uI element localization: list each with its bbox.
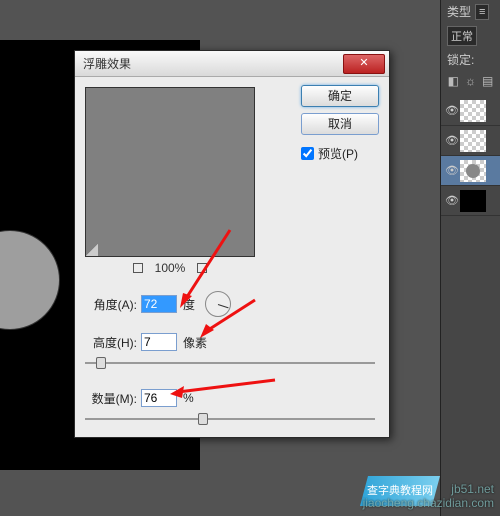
- kind-label: 类型: [447, 3, 471, 20]
- amount-input[interactable]: [141, 389, 177, 407]
- height-group: 高度(H): 像素: [85, 331, 379, 371]
- visibility-icon[interactable]: 👁: [445, 134, 457, 147]
- panel-blend-row: 正常: [441, 23, 500, 49]
- amount-group: 数量(M): %: [85, 387, 379, 427]
- height-unit: 像素: [183, 334, 207, 351]
- amount-slider[interactable]: [85, 411, 375, 427]
- zoom-out-button[interactable]: [133, 263, 143, 273]
- canvas-circle-shape: [0, 230, 60, 330]
- visibility-icon[interactable]: 👁: [445, 164, 457, 177]
- angle-group: 角度(A): 度: [85, 293, 379, 315]
- layer-thumb: [460, 160, 486, 182]
- angle-dial[interactable]: [205, 291, 231, 317]
- angle-input[interactable]: [141, 295, 177, 313]
- angle-unit: 度: [183, 296, 195, 313]
- kind-dropdown[interactable]: ≡: [475, 4, 489, 20]
- layer-thumb: [460, 100, 486, 122]
- height-label: 高度(H):: [85, 334, 137, 351]
- layer-row[interactable]: 👁: [441, 96, 500, 126]
- cancel-button[interactable]: 取消: [301, 113, 379, 135]
- preview-box[interactable]: [85, 87, 255, 257]
- watermark-line2: jiaocheng.chazidian.com: [363, 496, 494, 510]
- layer-row[interactable]: 👁: [441, 186, 500, 216]
- visibility-icon[interactable]: 👁: [445, 194, 457, 207]
- filter-icon[interactable]: ◧: [448, 74, 459, 88]
- preview-checkbox-label: 预览(P): [318, 145, 358, 162]
- layer-thumb: [460, 190, 486, 212]
- preview-checkbox-row[interactable]: 预览(P): [301, 145, 379, 162]
- resize-corner-icon[interactable]: [86, 244, 98, 256]
- emboss-dialog: 浮雕效果 ✕ 100% 确定 取消 预览(P) 角度(A): 度: [74, 50, 390, 438]
- height-slider[interactable]: [85, 355, 375, 371]
- dialog-title: 浮雕效果: [79, 55, 343, 72]
- zoom-value: 100%: [155, 261, 186, 275]
- height-input[interactable]: [141, 333, 177, 351]
- ok-button[interactable]: 确定: [301, 85, 379, 107]
- amount-label: 数量(M):: [85, 390, 137, 407]
- zoom-row: 100%: [85, 261, 255, 275]
- panel-lock-row: 锁定:: [441, 49, 500, 70]
- fx-icon[interactable]: ☼: [465, 74, 476, 88]
- angle-label: 角度(A):: [85, 296, 137, 313]
- watermark-line1: jb51.net: [363, 482, 494, 496]
- preview-checkbox[interactable]: [301, 147, 314, 160]
- menu-icon[interactable]: ▤: [482, 74, 493, 88]
- zoom-in-button[interactable]: [197, 263, 207, 273]
- lock-label: 锁定:: [447, 53, 474, 67]
- button-column: 确定 取消 预览(P): [301, 85, 379, 162]
- fields: 角度(A): 度 高度(H): 像素 数量(M):: [85, 293, 379, 427]
- layer-thumb: [460, 130, 486, 152]
- layer-row[interactable]: 👁: [441, 126, 500, 156]
- amount-unit: %: [183, 391, 194, 405]
- dialog-body: 100% 确定 取消 预览(P) 角度(A): 度 高度: [75, 77, 389, 437]
- close-button[interactable]: ✕: [343, 54, 385, 74]
- visibility-icon[interactable]: 👁: [445, 104, 457, 117]
- panel-icon-row: ◧ ☼ ▤: [441, 70, 500, 92]
- panel-kind-row: 类型 ≡: [441, 0, 500, 23]
- layer-row[interactable]: 👁: [441, 156, 500, 186]
- layer-list: 👁 👁 👁 👁: [441, 96, 500, 216]
- blend-mode-dropdown[interactable]: 正常: [447, 26, 477, 46]
- dialog-titlebar[interactable]: 浮雕效果 ✕: [75, 51, 389, 77]
- watermark-text: jb51.net jiaocheng.chazidian.com: [363, 482, 494, 510]
- layers-panel: 类型 ≡ 正常 锁定: ◧ ☼ ▤ 👁 👁 👁: [440, 0, 500, 516]
